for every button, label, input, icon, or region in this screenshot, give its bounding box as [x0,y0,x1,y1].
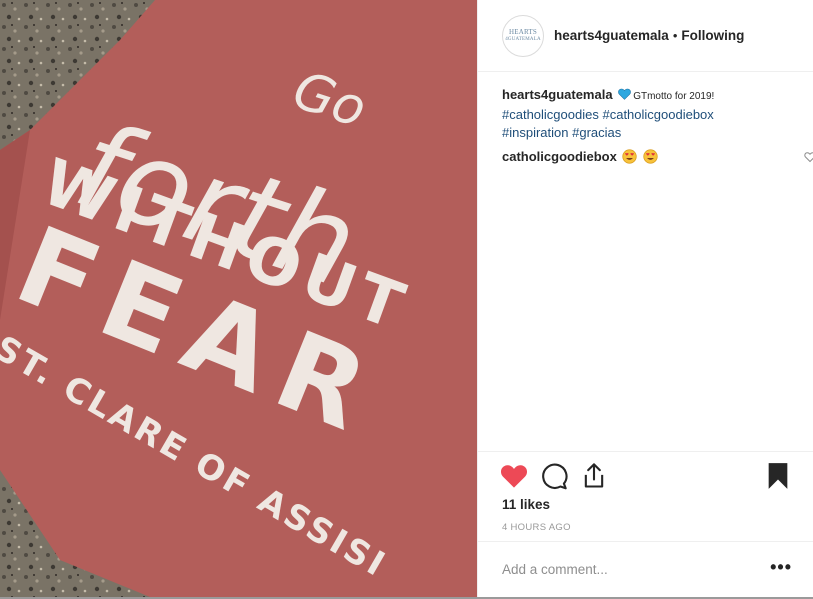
comment-item: catholicgoodiebox [502,148,813,166]
caption-text: GTmotto for 2019! [633,91,715,102]
comments-list: hearts4guatemala GTmotto for 2019! #cath… [502,86,813,166]
comment-bubble-icon[interactable] [540,462,568,490]
post-photo[interactable]: Go forth WITHOUT FEAR ST. CLARE OF ASSIS… [0,0,477,597]
likes-count[interactable]: 11 likes [502,497,550,512]
hashtag-link[interactable]: #gracias [572,125,621,140]
heart-eyes-icon [622,149,638,164]
add-comment-input[interactable] [502,558,742,580]
post-sidebar: HEARTS 4GUATEMALA hearts4guatemala • Fol… [477,0,813,597]
more-options-button[interactable]: ••• [770,558,792,576]
comment-username[interactable]: catholicgoodiebox [502,149,617,164]
comment-like-heart-icon[interactable] [804,151,813,163]
action-bar [478,451,813,501]
blue-heart-icon [618,88,632,100]
post-dialog: Go forth WITHOUT FEAR ST. CLARE OF ASSIS… [0,0,813,599]
caption: hearts4guatemala GTmotto for 2019! #cath… [502,86,792,142]
avatar[interactable]: HEARTS 4GUATEMALA [502,14,544,57]
add-comment-section: ••• [478,541,813,597]
header-username[interactable]: hearts4guatemala [554,28,669,43]
hashtag-link[interactable]: #catholicgoodiebox [602,107,713,122]
avatar-logo-line1: HEARTS [508,27,537,36]
hashtag-link[interactable]: #catholicgoodies [502,107,599,122]
heart-filled-icon[interactable] [500,462,528,490]
shirt-image: Go forth WITHOUT FEAR ST. CLARE OF ASSIS… [0,0,477,597]
hashtag-link[interactable]: #inspiration [502,125,569,140]
post-header: HEARTS 4GUATEMALA hearts4guatemala • Fol… [478,0,813,72]
avatar-logo-line2: 4GUATEMALA [505,36,541,42]
heart-eyes-icon [643,149,658,164]
post-timestamp[interactable]: 4 HOURS AGO [502,522,571,533]
header-separator: • [672,28,678,43]
share-icon[interactable] [580,462,608,490]
bookmark-filled-icon[interactable] [764,462,792,490]
caption-username[interactable]: hearts4guatemala [502,87,613,102]
following-button[interactable]: Following [681,28,744,43]
